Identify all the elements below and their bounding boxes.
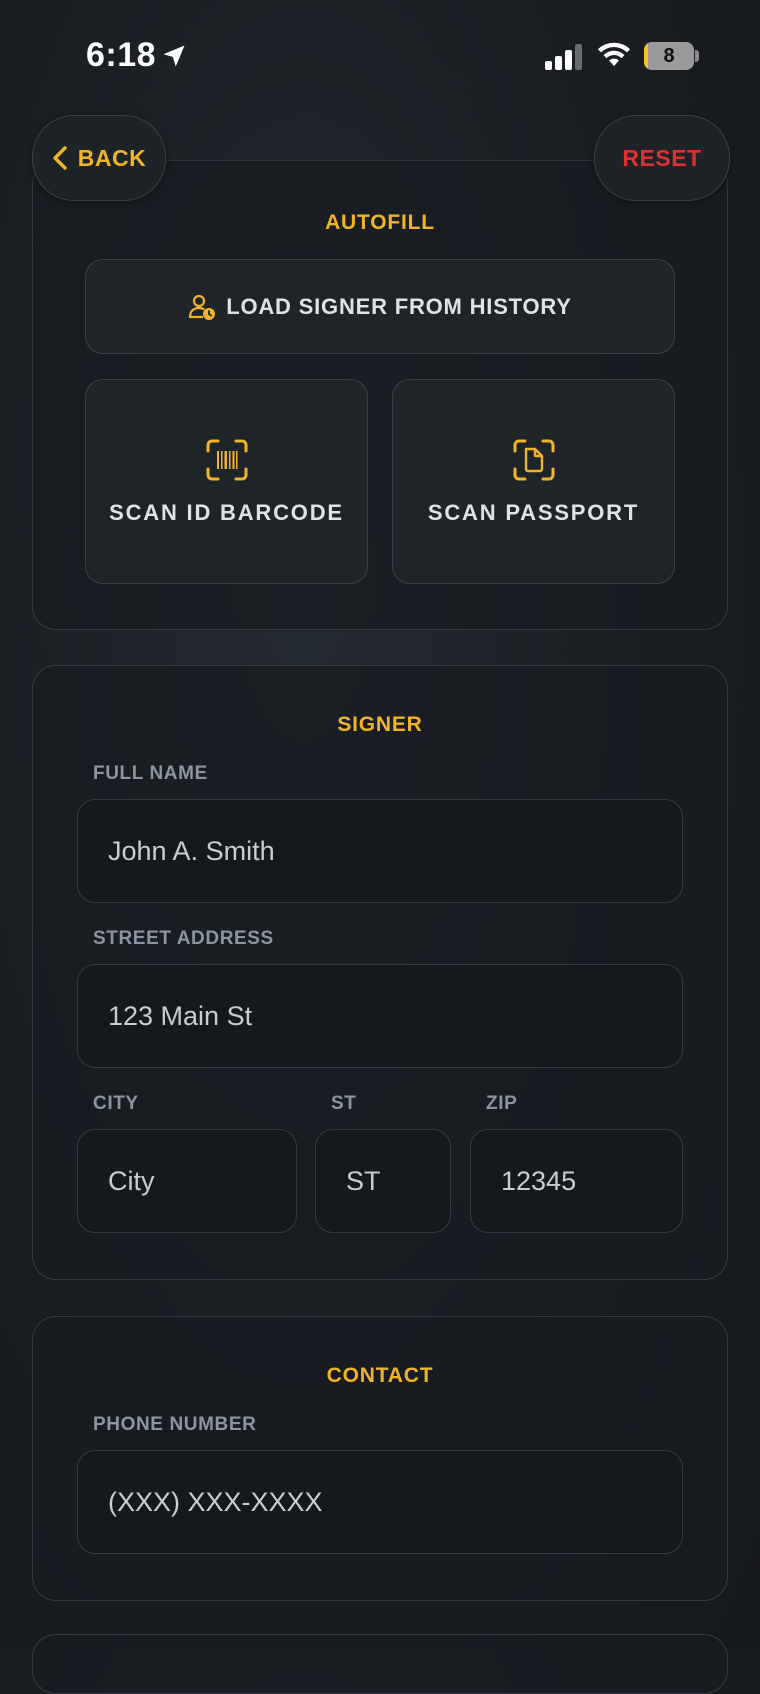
document-scan-icon — [513, 439, 554, 480]
full-name-field[interactable]: John A. Smith — [77, 799, 683, 903]
reset-button[interactable]: RESET — [594, 115, 730, 201]
scan-id-barcode-button[interactable]: SCAN ID BARCODE — [85, 379, 368, 584]
back-button[interactable]: BACK — [32, 115, 166, 201]
reset-label: RESET — [622, 144, 702, 171]
status-bar: 6:18 8 — [0, 0, 760, 110]
street-address-label: STREET ADDRESS — [93, 928, 274, 949]
load-signer-history-button[interactable]: LOAD SIGNER FROM HISTORY — [85, 259, 675, 354]
battery-level: 8 — [663, 44, 675, 67]
city-label: CITY — [93, 1093, 139, 1114]
battery-icon: 8 — [644, 42, 694, 70]
status-time: 6:18 — [86, 36, 157, 74]
load-signer-history-label: LOAD SIGNER FROM HISTORY — [226, 293, 572, 319]
location-arrow-icon — [163, 45, 185, 67]
full-name-label: FULL NAME — [93, 763, 208, 784]
wifi-icon — [598, 42, 630, 66]
cellular-signal-icon — [545, 44, 582, 70]
zip-label: ZIP — [486, 1093, 518, 1114]
scan-passport-label: SCAN PASSPORT — [427, 499, 640, 525]
autofill-card: AUTOFILL LOAD SIGNER FROM HISTORY SCAN I… — [32, 160, 728, 630]
phone-number-field[interactable]: (XXX) XXX-XXXX — [77, 1450, 683, 1554]
person-clock-icon — [189, 294, 216, 320]
back-label: BACK — [77, 144, 147, 171]
phone-number-label: PHONE NUMBER — [93, 1414, 257, 1435]
contact-card: CONTACT PHONE NUMBER (XXX) XXX-XXXX — [32, 1316, 728, 1601]
contact-title: CONTACT — [326, 1364, 434, 1387]
scan-passport-button[interactable]: SCAN PASSPORT — [392, 379, 675, 584]
state-field[interactable]: ST — [315, 1129, 451, 1233]
barcode-scan-icon — [206, 439, 247, 480]
autofill-title: AUTOFILL — [325, 211, 435, 234]
city-field[interactable]: City — [77, 1129, 297, 1233]
zip-field[interactable]: 12345 — [470, 1129, 683, 1233]
state-label: ST — [331, 1093, 357, 1114]
signer-title: SIGNER — [337, 713, 423, 736]
battery-tip — [695, 50, 699, 62]
scan-id-barcode-label: SCAN ID BARCODE — [109, 499, 344, 525]
chevron-left-icon — [53, 146, 67, 170]
next-section-card — [32, 1634, 728, 1694]
signer-card: SIGNER FULL NAME John A. Smith STREET AD… — [32, 665, 728, 1280]
street-address-field[interactable]: 123 Main St — [77, 964, 683, 1068]
